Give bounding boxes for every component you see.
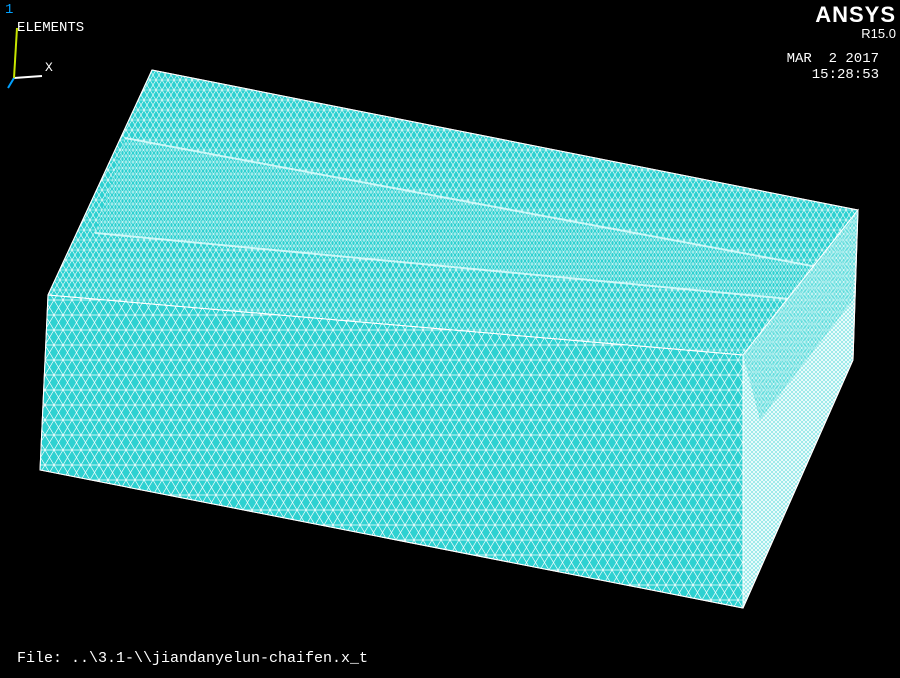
- triad-z-axis: [7, 77, 15, 89]
- plot-time: 15:28:53: [811, 67, 879, 83]
- product-version: R15.0: [861, 26, 896, 41]
- plot-date: MAR 2 2017: [786, 51, 879, 67]
- file-label: File: ..\3.1-\\jiandanyelun-chaifen.x_t: [17, 650, 369, 667]
- window-number: 1: [5, 2, 14, 18]
- mesh-model[interactable]: [0, 0, 900, 678]
- graphics-viewport[interactable]: X 1 ELEMENTS ANSYS R15.0 MAR 2 2017 15:2…: [0, 0, 900, 678]
- product-logo: ANSYS: [815, 2, 896, 27]
- triad-x-label: X: [45, 60, 53, 75]
- triad-x-axis: [13, 75, 43, 79]
- plot-title: ELEMENTS: [17, 20, 85, 36]
